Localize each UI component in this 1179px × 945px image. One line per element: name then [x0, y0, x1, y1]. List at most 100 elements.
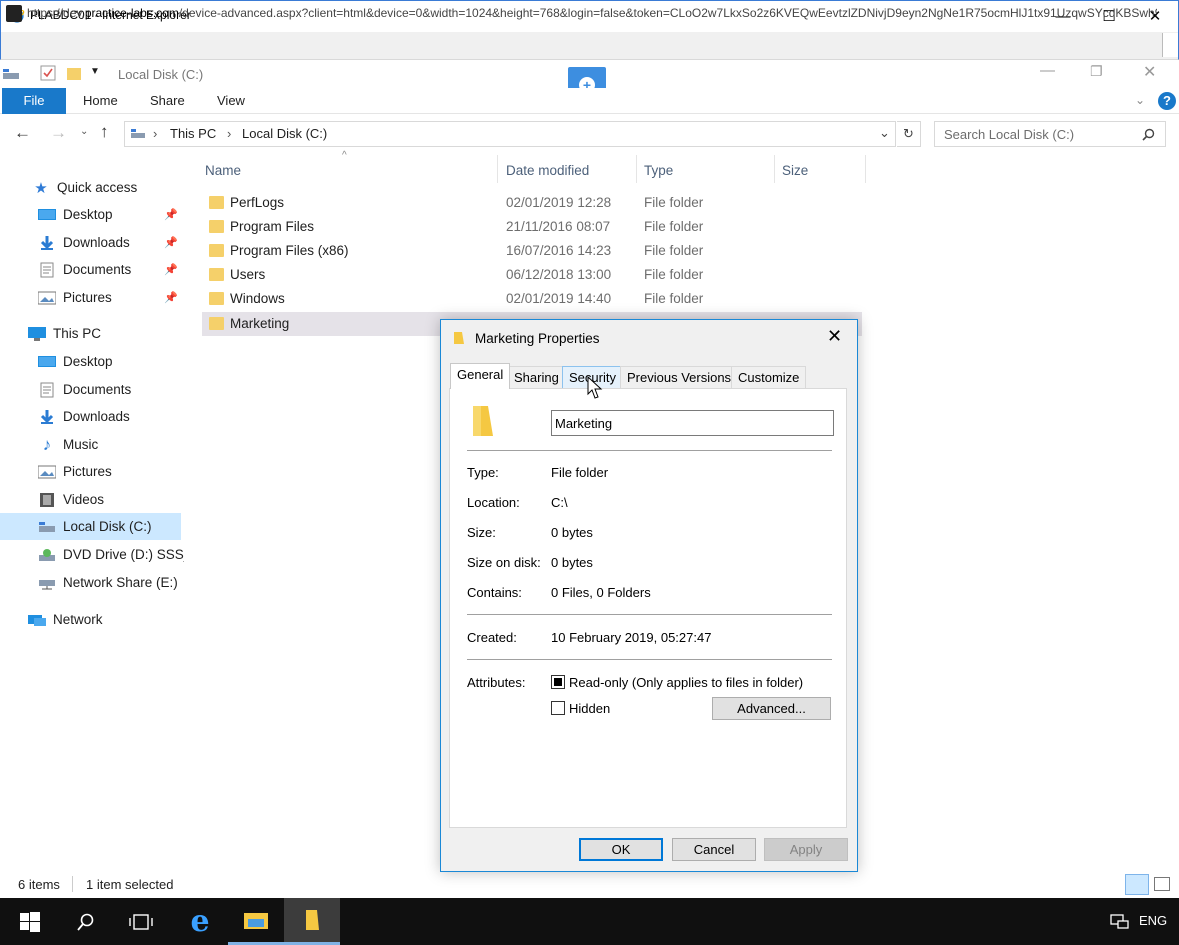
- tab-view[interactable]: View: [217, 88, 245, 114]
- file-explorer-icon: [244, 913, 268, 929]
- explorer-title: Local Disk (C:): [118, 67, 204, 82]
- column-separator[interactable]: [865, 155, 866, 183]
- network-status-icon[interactable]: [1110, 912, 1130, 930]
- created-label: Created:: [467, 630, 517, 645]
- details-view-icon[interactable]: [1125, 874, 1149, 895]
- task-view-button[interactable]: [113, 898, 169, 945]
- explorer-minimize-icon[interactable]: —: [1040, 62, 1055, 79]
- column-separator[interactable]: [497, 155, 498, 183]
- item-count: 6 items: [18, 877, 60, 892]
- sidebar-item-pictures[interactable]: Pictures 📌: [0, 284, 184, 311]
- column-date-modified[interactable]: Date modified: [506, 158, 589, 184]
- ok-button[interactable]: OK: [579, 838, 663, 861]
- taskbar-file-explorer[interactable]: [228, 898, 284, 945]
- back-arrow-icon[interactable]: ←: [14, 123, 31, 143]
- sidebar-item-videos[interactable]: Videos: [0, 486, 184, 513]
- documents-icon: [38, 382, 56, 398]
- file-row[interactable]: Users 06/12/2018 13:00 File folder: [202, 263, 862, 287]
- taskbar-internet-explorer[interactable]: e: [172, 898, 228, 945]
- address-bar[interactable]: [0, 32, 1179, 60]
- sidebar-this-pc[interactable]: This PC: [0, 320, 184, 347]
- internet-explorer-icon: e: [190, 903, 210, 939]
- explorer-close-icon[interactable]: ✕: [1143, 62, 1156, 82]
- column-name[interactable]: Name: [205, 158, 241, 184]
- url-text[interactable]: https://dev.practice-labs.com/device-adv…: [27, 6, 1157, 20]
- dialog-close-button[interactable]: ✕: [827, 326, 842, 347]
- tab-file[interactable]: File: [2, 88, 66, 114]
- address-dropdown-icon[interactable]: ⌄: [879, 125, 890, 141]
- size-on-disk-label: Size on disk:: [467, 555, 541, 570]
- column-separator[interactable]: [636, 155, 637, 183]
- folder-icon: [209, 220, 224, 233]
- file-row[interactable]: Windows 02/01/2019 14:40 File folder: [202, 287, 862, 311]
- ribbon-expand-icon[interactable]: ⌄: [1135, 93, 1145, 107]
- explorer-restore-icon[interactable]: ❐: [1090, 63, 1103, 80]
- hidden-checkbox[interactable]: [551, 701, 565, 715]
- sidebar-label: Quick access: [57, 180, 138, 195]
- search-input[interactable]: Search Local Disk (C:): [934, 121, 1166, 147]
- language-indicator[interactable]: ENG: [1139, 913, 1167, 928]
- recent-locations-icon[interactable]: ⌄: [80, 126, 88, 137]
- column-size[interactable]: Size: [782, 158, 808, 184]
- breadcrumb-local-disk[interactable]: Local Disk (C:): [242, 126, 327, 141]
- tab-share[interactable]: Share: [150, 88, 185, 114]
- taskbar-folder-window[interactable]: [284, 898, 340, 945]
- file-name: Program Files (x86): [230, 243, 349, 258]
- sidebar-item-pc-desktop[interactable]: Desktop: [0, 348, 184, 375]
- sidebar-item-local-disk[interactable]: Local Disk (C:): [0, 513, 181, 540]
- pictures-icon: [38, 290, 56, 306]
- column-type[interactable]: Type: [644, 158, 673, 184]
- tab-customize[interactable]: Customize: [731, 366, 807, 388]
- refresh-button[interactable]: ↻: [897, 121, 921, 147]
- size-label: Size:: [467, 525, 496, 540]
- help-icon[interactable]: ?: [1158, 92, 1176, 110]
- sidebar-item-pc-downloads[interactable]: Downloads: [0, 403, 184, 430]
- start-button[interactable]: [2, 898, 58, 945]
- tab-general[interactable]: General: [450, 363, 511, 389]
- cancel-button[interactable]: Cancel: [672, 838, 756, 861]
- sidebar-item-pc-pictures[interactable]: Pictures: [0, 458, 184, 485]
- sidebar-item-dvd-drive[interactable]: DVD Drive (D:) SSS_X: [0, 541, 184, 568]
- tab-previous-versions[interactable]: Previous Versions: [620, 366, 739, 388]
- new-folder-icon[interactable]: [66, 65, 82, 81]
- folder-name-input[interactable]: [551, 410, 834, 436]
- file-row[interactable]: Program Files (x86) 16/07/2016 14:23 Fil…: [202, 239, 862, 263]
- explorer-address-box[interactable]: › This PC › Local Disk (C:) ⌄: [124, 121, 896, 147]
- readonly-checkbox[interactable]: [551, 675, 565, 689]
- sidebar-item-pc-documents[interactable]: Documents: [0, 376, 184, 403]
- address-scroll-button[interactable]: [1162, 33, 1178, 57]
- advanced-button[interactable]: Advanced...: [712, 697, 831, 720]
- file-row[interactable]: PerfLogs 02/01/2019 12:28 File folder: [202, 191, 862, 215]
- sidebar-item-documents[interactable]: Documents 📌: [0, 256, 184, 283]
- sidebar-network[interactable]: Network: [0, 606, 184, 633]
- location-value: C:\: [551, 495, 568, 510]
- search-icon: [1142, 128, 1155, 141]
- column-separator[interactable]: [774, 155, 775, 183]
- sidebar-item-music[interactable]: ♪ Music: [0, 431, 184, 458]
- taskbar: e ENG: [0, 898, 1179, 945]
- folder-large-icon: [473, 406, 493, 436]
- properties-icon[interactable]: [40, 65, 56, 81]
- tab-sharing[interactable]: Sharing: [507, 366, 566, 388]
- breadcrumb-this-pc[interactable]: This PC: [170, 126, 216, 141]
- desktop-icon: [38, 207, 56, 223]
- sidebar-item-downloads[interactable]: Downloads 📌: [0, 229, 184, 256]
- forward-arrow-icon[interactable]: →: [50, 123, 67, 143]
- task-view-icon: [129, 913, 153, 930]
- file-date: 02/01/2019 14:40: [506, 291, 612, 306]
- file-row[interactable]: Program Files 21/11/2016 08:07 File fold…: [202, 215, 862, 239]
- star-icon: ★: [34, 179, 48, 197]
- sidebar-item-network-share[interactable]: Network Share (E:): [0, 569, 184, 596]
- documents-icon: [38, 262, 56, 278]
- sidebar-quick-access[interactable]: ★ Quick access: [0, 174, 184, 201]
- contains-value: 0 Files, 0 Folders: [551, 585, 651, 600]
- qat-dropdown-icon[interactable]: ▼: [90, 66, 100, 77]
- up-arrow-icon[interactable]: ↑: [100, 122, 109, 142]
- sidebar-item-desktop[interactable]: Desktop 📌: [0, 201, 184, 228]
- tab-home[interactable]: Home: [83, 88, 118, 114]
- large-icons-view-icon[interactable]: [1154, 877, 1170, 891]
- apply-button[interactable]: Apply: [764, 838, 848, 861]
- folder-icon: [209, 244, 224, 257]
- search-button[interactable]: [58, 898, 114, 945]
- computer-icon: [28, 326, 46, 342]
